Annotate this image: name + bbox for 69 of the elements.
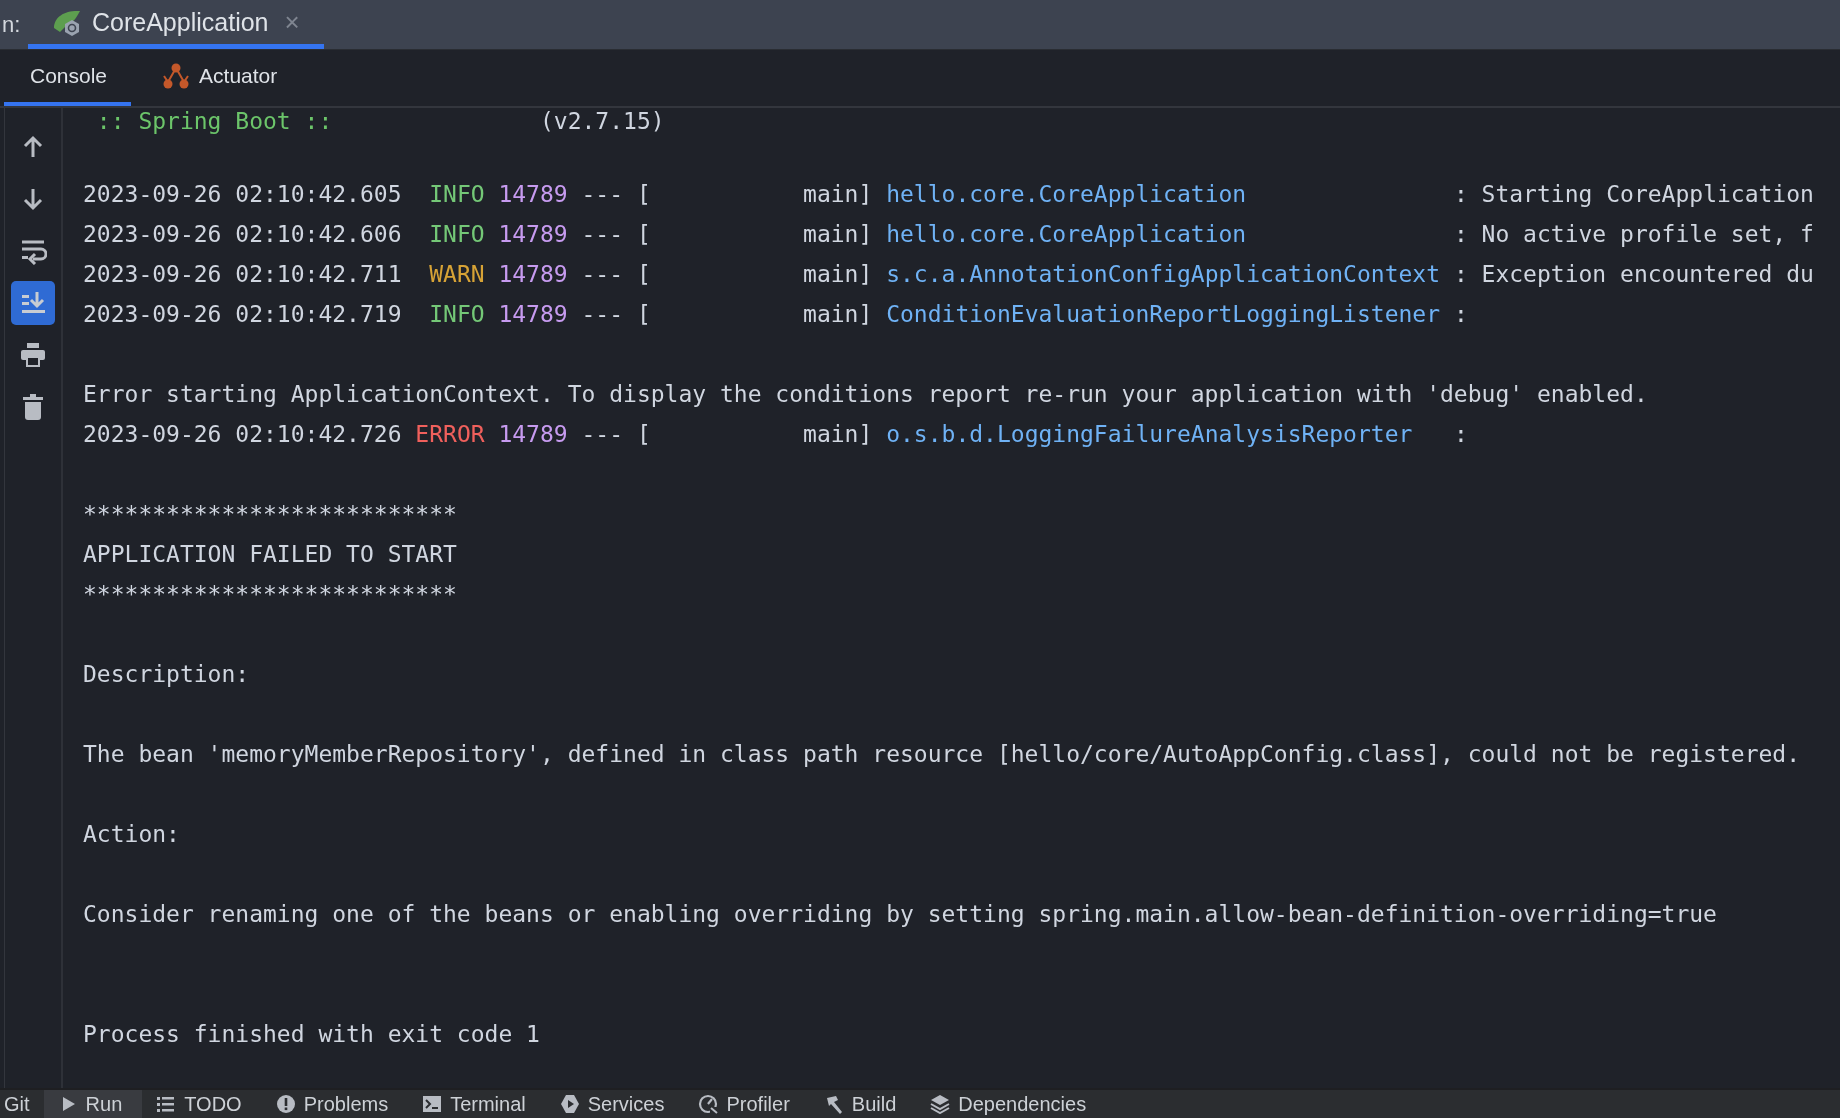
separator-text: --- — [581, 181, 624, 207]
log-message: Exception encountered du — [1481, 261, 1814, 287]
terminal-icon — [422, 1094, 443, 1114]
console-tab[interactable]: Actuator — [135, 50, 302, 106]
warning-circle-icon — [275, 1094, 296, 1114]
logger-link[interactable]: o.s.b.d.LoggingFailureAnalysisReporter — [886, 414, 1441, 454]
colon-text: : — [1453, 181, 1468, 207]
separator-text: --- — [581, 261, 624, 287]
logger-link[interactable]: ConditionEvaluationReportLoggingListener — [886, 294, 1441, 334]
list-icon — [156, 1094, 177, 1114]
timestamp: 2023-09-26 02:10:42.719 — [83, 300, 402, 329]
thread-name: [ main] — [636, 301, 873, 327]
output-line: The bean 'memoryMemberRepository', defined in class path resource [hello/core/AutoAppConfig.class], could not be registered. — [83, 741, 1801, 767]
tool-window-tab[interactable]: Build — [809, 1090, 917, 1118]
log-level: INFO — [428, 220, 485, 249]
hexagon-play-icon — [559, 1094, 580, 1114]
colon-text: : — [1453, 301, 1468, 327]
log-level: ERROR — [415, 420, 485, 449]
process-id: 14789 — [498, 301, 568, 327]
separator-text: --- — [581, 301, 624, 327]
output-line: Error starting ApplicationContext. To display the conditions report re-run your application with 'debug' enabled. — [83, 381, 1648, 407]
output-line: APPLICATION FAILED TO START — [83, 541, 457, 567]
logger-link[interactable]: s.c.a.AnnotationConfigApplicationContext — [886, 254, 1441, 294]
tool-window-tab[interactable]: Run — [43, 1090, 143, 1118]
separator-text: --- — [581, 421, 624, 447]
thread-name: [ main] — [636, 261, 873, 287]
log-level: WARN — [428, 260, 485, 289]
colon-text: : — [1453, 261, 1468, 287]
panel-label: n: — [2, 11, 22, 38]
output-line: *************************** — [83, 581, 457, 607]
log-message: No active profile set, f — [1481, 221, 1814, 247]
log-message: Starting CoreApplication — [1481, 181, 1814, 207]
output-line: *************************** — [83, 501, 457, 527]
tool-window-tab[interactable]: Git — [0, 1090, 44, 1118]
layers-icon — [930, 1094, 951, 1114]
thread-name: [ main] — [636, 421, 873, 447]
process-id: 14789 — [498, 181, 568, 207]
output-line: Process finished with exit code 1 — [83, 1021, 540, 1047]
thread-name: [ main] — [636, 181, 873, 207]
process-id: 14789 — [498, 421, 568, 447]
timestamp: 2023-09-26 02:10:42.711 — [83, 260, 402, 289]
printer-icon — [19, 341, 47, 369]
tool-window-tab[interactable]: Profiler — [684, 1090, 810, 1118]
timestamp: 2023-09-26 02:10:42.605 — [83, 180, 402, 209]
tool-window-tab[interactable]: TODO — [142, 1090, 262, 1118]
process-id: 14789 — [498, 261, 568, 287]
tool-window-tab[interactable]: Problems — [261, 1090, 409, 1118]
console-tab[interactable]: Console — [4, 50, 132, 106]
gauge-icon — [698, 1094, 719, 1114]
version-text: (v2.7.15) — [539, 108, 665, 134]
process-id: 14789 — [498, 221, 568, 247]
tool-window-tab[interactable]: Services — [545, 1090, 685, 1118]
log-level: INFO — [428, 180, 485, 209]
thread-name: [ main] — [636, 221, 873, 247]
tool-window-tab[interactable]: Dependencies — [916, 1090, 1107, 1118]
colon-text: : — [1453, 221, 1468, 247]
timestamp: 2023-09-26 02:10:42.606 — [83, 220, 402, 249]
logger-link[interactable]: hello.core.CoreApplication — [886, 214, 1441, 254]
colon-text: : — [1453, 421, 1468, 447]
tool-window-tab[interactable]: Terminal — [408, 1090, 546, 1118]
separator-text: --- — [581, 221, 624, 247]
nodes-icon — [161, 62, 192, 90]
output-line: Description: — [83, 661, 250, 687]
output-line: Consider renaming one of the beans or enabling overriding by setting spring.main.allow-bean-definition-overriding=true — [83, 901, 1717, 927]
logger-link[interactable]: hello.core.CoreApplication — [886, 174, 1441, 214]
timestamp: 2023-09-26 02:10:42.726 — [83, 420, 402, 449]
log-level: INFO — [428, 300, 485, 329]
output-line: Action: — [83, 821, 180, 847]
banner-text: :: Spring Boot :: — [96, 108, 334, 134]
